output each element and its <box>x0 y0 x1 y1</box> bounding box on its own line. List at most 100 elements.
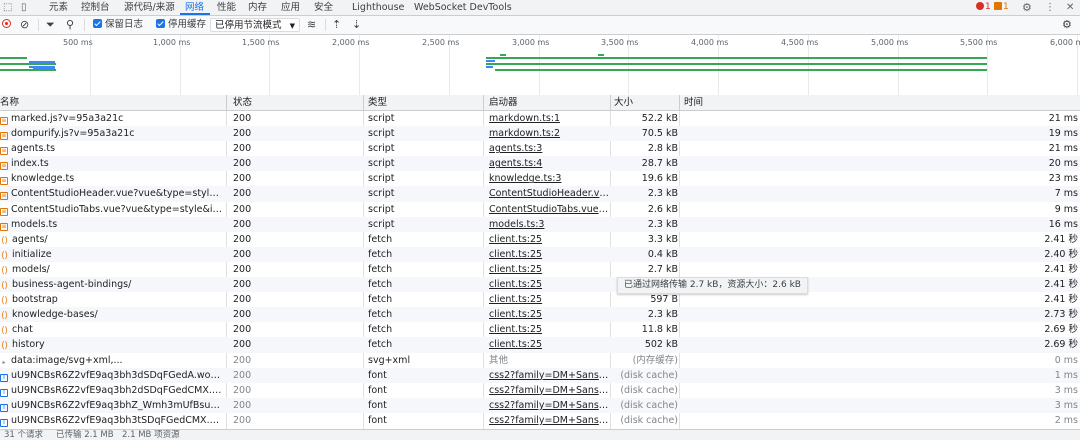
request-name[interactable]: TuU9NCBsR6Z2vfE9aq3bh2dSDqFGedCMX.woff2 <box>0 383 223 398</box>
request-row[interactable]: ≡ knowledge.ts 200 script knowledge.ts:3 19.6… <box>0 171 1080 186</box>
column-header-name[interactable]: 名称 <box>0 95 19 110</box>
request-row[interactable]: TuU9NCBsR6Z2vfE9aq3bh3tSDqFGedCMX.woff2 2… <box>0 413 1080 428</box>
request-initiator-link[interactable]: agents.ts:4 <box>489 156 609 171</box>
request-initiator-link[interactable]: ContentStudioHeader.vue:87 <box>489 186 609 201</box>
request-initiator-link[interactable]: client.ts:25 <box>489 307 609 322</box>
request-initiator-link[interactable]: client.ts:25 <box>489 277 609 292</box>
request-name[interactable]: ⟨⟩ agents/ <box>0 232 223 247</box>
settings-gear-icon[interactable]: ⚙ <box>1022 1 1032 14</box>
request-row[interactable]: ≡ index.ts 200 script agents.ts:4 28.7 kB 20 m… <box>0 156 1080 172</box>
request-name[interactable]: ▸ data:image/svg+xml,... <box>0 353 223 368</box>
request-name[interactable]: ⟨⟩ history <box>0 337 223 352</box>
request-name[interactable]: ≡ models.ts <box>0 217 223 232</box>
tab-memory[interactable]: 内存 <box>248 1 267 14</box>
request-name[interactable]: ⟨⟩ models/ <box>0 262 223 277</box>
request-row[interactable]: TuU9NCBsR6Z2vfE9aq3bh2dSDqFGedCMX.woff2 2… <box>0 383 1080 398</box>
request-name[interactable]: ⟨⟩ bootstrap <box>0 292 223 307</box>
request-initiator-link[interactable]: css2?family=DM+Sans:ital,ops <box>489 383 609 398</box>
request-name[interactable]: ≡ marked.js?v=95a3a21c <box>0 111 223 126</box>
request-row[interactable]: ▸ data:image/svg+xml,... 200 svg+xml 其他 (内存缓存… <box>0 353 1080 368</box>
request-name[interactable]: ≡ ContentStudioTabs.vue?vue&type=style&in… <box>0 202 223 217</box>
request-row[interactable]: ≡ dompurify.js?v=95a3a21c 200 script markdow… <box>0 126 1080 142</box>
request-name[interactable]: ≡ index.ts <box>0 156 223 171</box>
request-row[interactable]: TuU9NCBsR6Z2vfE9aq3bhZ_Wmh3mUfBsu_Q.woff… <box>0 397 1080 413</box>
request-initiator-link[interactable]: markdown.ts:2 <box>489 126 609 141</box>
request-row[interactable]: ⟨⟩ history 200 fetch client.ts:25 502 kB 2.69 … <box>0 337 1080 353</box>
request-row[interactable]: ≡ marked.js?v=95a3a21c 200 script markdown.t… <box>0 111 1080 126</box>
tab-lighthouse[interactable]: Lighthouse <box>352 1 404 14</box>
tab-websocket-devtools[interactable]: WebSocket DevTools <box>414 1 512 14</box>
request-row[interactable]: ⟨⟩ chat 200 fetch client.ts:25 11.8 kB 2.69 秒 <box>0 322 1080 337</box>
request-name[interactable]: ≡ dompurify.js?v=95a3a21c <box>0 126 223 141</box>
network-conditions-icon[interactable]: ≋ <box>307 18 316 32</box>
request-initiator-link[interactable]: markdown.ts:1 <box>489 111 609 126</box>
request-row[interactable]: ⟨⟩ business-agent-bindings/200 fetch client… <box>0 277 1080 293</box>
column-header-status[interactable]: 状态 <box>233 95 252 110</box>
timeline-overview[interactable]: 500 ms 1,000 ms 1,500 ms 2,000 ms 2,500 ms 3,… <box>0 35 1080 96</box>
request-row[interactable]: ⟨⟩ bootstrap 200 fetch client.ts:25 597 B 2.41… <box>0 292 1080 307</box>
request-row[interactable]: ⟨⟩ knowledge-bases/200 fetch client.ts:25 2.… <box>0 307 1080 323</box>
column-header-time[interactable]: 时间 <box>684 95 703 110</box>
filter-icon[interactable]: ⏷ <box>46 18 55 32</box>
request-name[interactable]: ⟨⟩ knowledge-bases/ <box>0 307 223 322</box>
request-initiator-link[interactable]: agents.ts:3 <box>489 141 609 156</box>
column-divider[interactable] <box>363 95 364 110</box>
tab-performance[interactable]: 性能 <box>217 1 236 14</box>
request-name[interactable]: ⟨⟩ chat <box>0 322 223 337</box>
tab-elements[interactable]: 元素 <box>49 1 68 14</box>
request-name[interactable]: ⟨⟩ initialize <box>0 247 223 262</box>
request-row[interactable]: ≡ agents.ts 200 script agents.ts:3 2.8 kB 21 m… <box>0 141 1080 156</box>
throttling-select[interactable]: 已停用节流模式 ▼ <box>210 18 300 32</box>
request-initiator-link[interactable]: models.ts:3 <box>489 217 609 232</box>
request-initiator-link[interactable]: client.ts:25 <box>489 322 609 337</box>
request-row[interactable]: ≡ models.ts 200 script models.ts:3 2.3 kB 16 m… <box>0 216 1080 232</box>
tab-application[interactable]: 应用 <box>281 1 300 14</box>
tab-security[interactable]: 安全 <box>314 1 333 14</box>
request-initiator-link[interactable]: css2?family=DM+Sans:ital,ops <box>489 413 609 428</box>
preserve-log-checkbox[interactable]: 保留日志 <box>93 18 143 32</box>
column-header-size[interactable]: 大小 <box>614 95 633 110</box>
column-divider[interactable] <box>610 95 611 110</box>
request-initiator-link[interactable]: css2?family=DM+Sans:ital,ops <box>489 368 609 383</box>
request-name[interactable]: TuU9NCBsR6Z2vfE9aq3bhZ_Wmh3mUfBsu_Q.woff… <box>0 398 223 413</box>
warning-badge[interactable]: 1 <box>994 1 1009 14</box>
column-header-type[interactable]: 类型 <box>368 95 387 110</box>
record-icon[interactable] <box>2 18 11 32</box>
request-row[interactable]: ⟨⟩ agents/200 fetch client.ts:25 3.3 kB 2.41 … <box>0 232 1080 247</box>
column-divider[interactable] <box>226 95 227 110</box>
request-row[interactable]: ⟨⟩ initialize 200 fetch client.ts:25 0.4 kB 2.… <box>0 246 1080 262</box>
import-har-icon[interactable]: ⇡ <box>332 18 341 32</box>
request-row[interactable]: ≡ ContentStudioTabs.vue?vue&type=style&in… <box>0 202 1080 217</box>
request-row[interactable]: ≡ ContentStudioHeader.vue?vue&type=style&… <box>0 186 1080 202</box>
request-name[interactable]: ≡ ContentStudioHeader.vue?vue&type=style&… <box>0 186 223 201</box>
request-name[interactable]: ⟨⟩ business-agent-bindings/ <box>0 277 223 292</box>
request-name[interactable]: TuU9NCBsR6Z2vfE9aq3bh3tSDqFGedCMX.woff2 <box>0 413 223 428</box>
error-badge[interactable]: 1 <box>976 1 991 14</box>
request-name[interactable]: ≡ knowledge.ts <box>0 171 223 186</box>
disable-cache-checkbox[interactable]: 停用缓存 <box>156 18 206 32</box>
tab-sources[interactable]: 源代码/来源 <box>124 1 175 14</box>
search-icon[interactable]: ⚲ <box>66 18 74 32</box>
tab-console[interactable]: 控制台 <box>81 1 110 14</box>
request-name[interactable]: TuU9NCBsR6Z2vfE9aq3bh3dSDqFGedA.woff2 <box>0 368 223 383</box>
request-initiator-link[interactable]: client.ts:25 <box>489 247 609 262</box>
close-icon[interactable]: ✕ <box>1066 1 1074 14</box>
request-initiator-link[interactable]: client.ts:25 <box>489 292 609 307</box>
request-initiator-link[interactable]: ContentStudioTabs.vue:76 <box>489 202 609 217</box>
request-initiator-link[interactable]: knowledge.ts:3 <box>489 171 609 186</box>
network-settings-icon[interactable]: ⚙ <box>1062 18 1072 32</box>
clear-icon[interactable]: ⊘ <box>20 18 29 32</box>
request-row[interactable]: ⟨⟩ models/200 fetch client.ts:25 2.7 kB 2.41 … <box>0 262 1080 277</box>
export-har-icon[interactable]: ⇣ <box>352 18 361 32</box>
request-initiator-link[interactable]: client.ts:25 <box>489 337 609 352</box>
request-name[interactable]: ≡ agents.ts <box>0 141 223 156</box>
column-divider[interactable] <box>679 95 680 110</box>
column-header-initiator[interactable]: 启动器 <box>489 95 518 110</box>
request-initiator-link[interactable]: css2?family=DM+Sans:ital,ops <box>489 398 609 413</box>
inspect-element-icon[interactable]: ⬚ <box>3 1 12 14</box>
request-initiator-link[interactable]: client.ts:25 <box>489 262 609 277</box>
request-row[interactable]: TuU9NCBsR6Z2vfE9aq3bh3dSDqFGedA.woff2 200… <box>0 367 1080 383</box>
device-toolbar-icon[interactable]: ▯ <box>21 1 27 14</box>
request-initiator-link[interactable]: client.ts:25 <box>489 232 609 247</box>
column-divider[interactable] <box>483 95 484 110</box>
